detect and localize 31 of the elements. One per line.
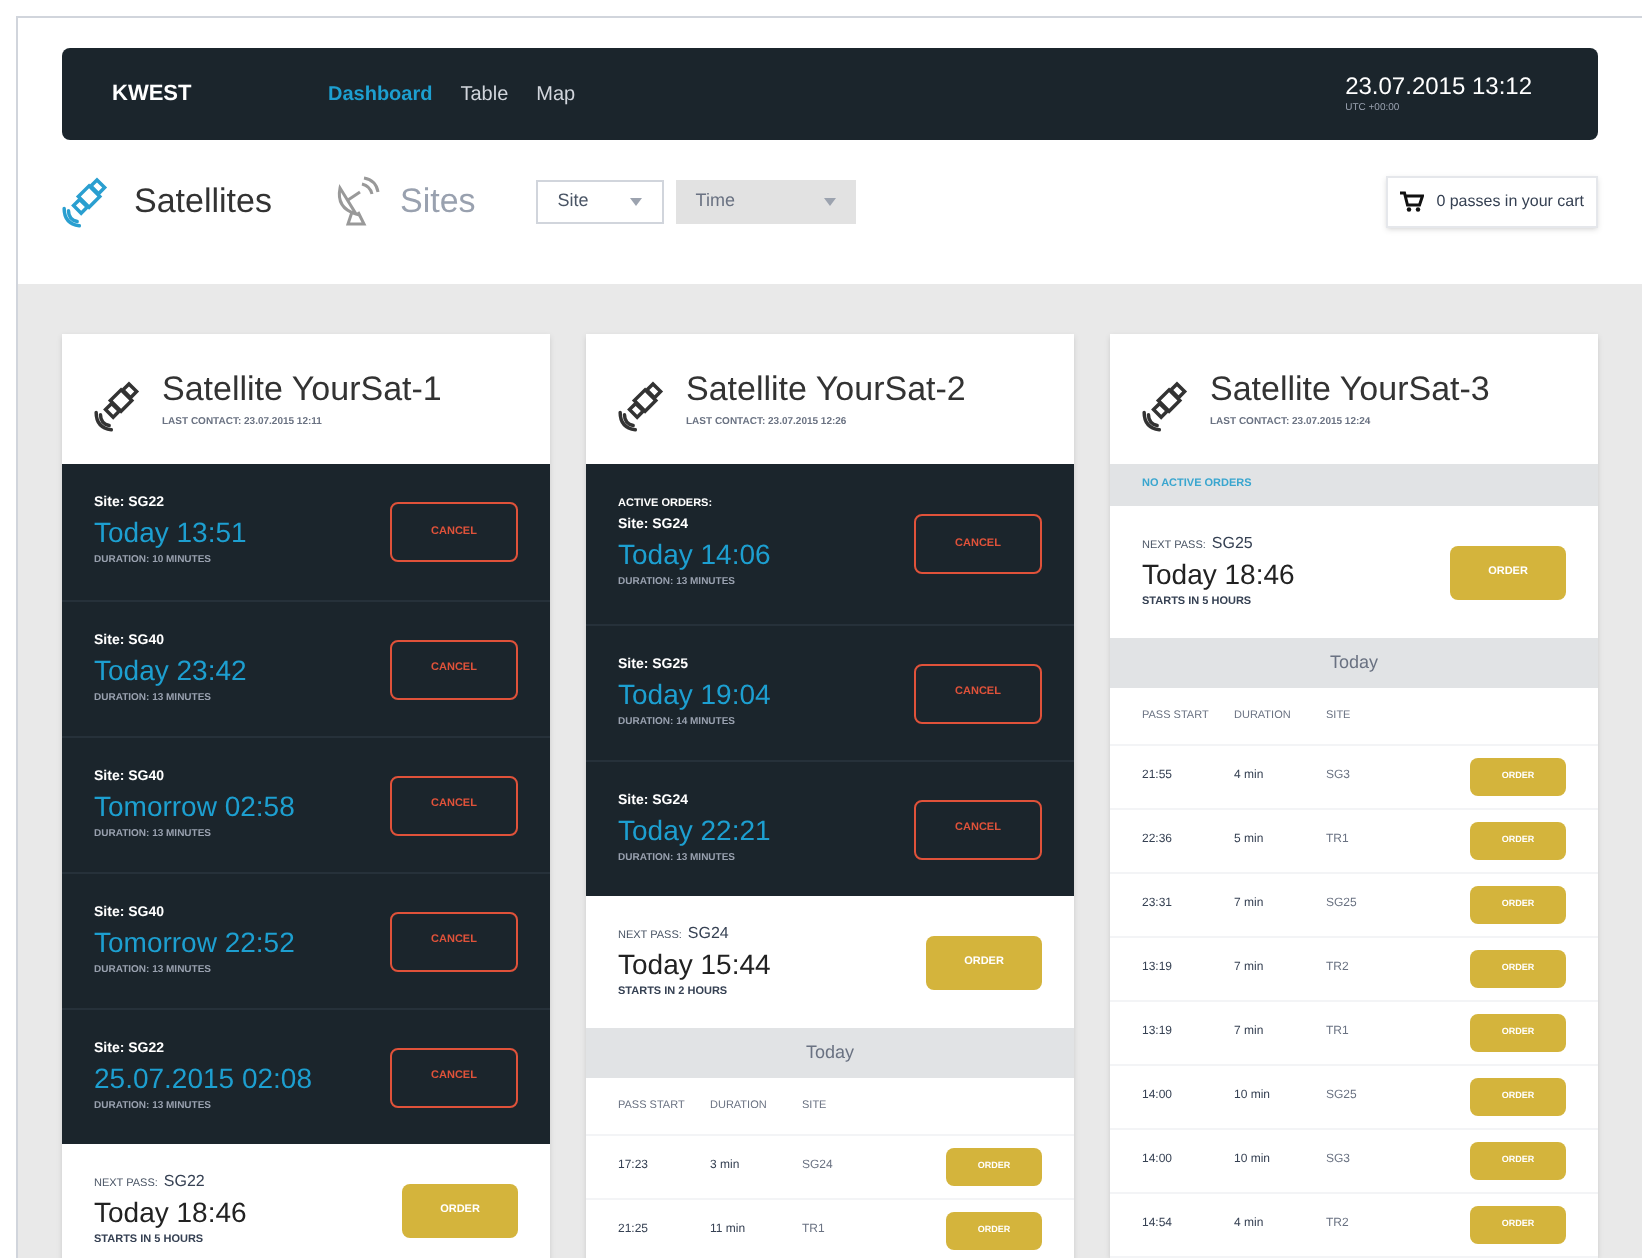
order-time: Tomorrow 22:52	[94, 923, 297, 959]
caret-icon	[823, 198, 836, 206]
day-header: Today	[586, 1028, 1074, 1078]
order-time: Today 14:06	[618, 536, 773, 572]
order-time: Today 22:21	[618, 811, 773, 847]
view-tab[interactable]: Sites	[331, 176, 476, 228]
cart-icon	[1400, 190, 1425, 214]
order-time: Today 23:42	[94, 651, 249, 687]
card-title: Satellite YourSat-2	[686, 367, 966, 411]
nav-link[interactable]: Table	[460, 79, 509, 109]
order-time: Today 13:51	[94, 514, 249, 550]
next-pass-site: SG24	[687, 922, 729, 947]
next-pass-time: Today 18:46	[1142, 556, 1297, 595]
order-time: 25.07.2015 02:08	[94, 1059, 314, 1095]
nav-link[interactable]: Dashboard	[328, 79, 433, 109]
card-title: Satellite YourSat-3	[1210, 367, 1490, 411]
brand-logo: KWEST	[112, 79, 194, 110]
order-time: Tomorrow 02:58	[94, 787, 297, 823]
caret-icon	[629, 198, 642, 206]
order-time: Today 19:04	[618, 675, 773, 711]
cart-button[interactable]: 0 passes in your cart	[1386, 176, 1598, 228]
view-tab[interactable]: Satellites	[62, 176, 272, 228]
next-pass-time: Today 18:46	[94, 1194, 249, 1233]
date-time: 23.07.2015 13:12	[1345, 72, 1532, 100]
day-header: Today	[1110, 638, 1598, 688]
nav-link[interactable]: Map	[536, 79, 576, 109]
next-pass-site: SG25	[1211, 532, 1253, 557]
next-pass-site: SG22	[163, 1170, 205, 1195]
next-pass-time: Today 15:44	[618, 946, 773, 985]
card-title: Satellite YourSat-1	[162, 367, 442, 411]
filter-dropdown[interactable]: Site	[535, 180, 664, 224]
